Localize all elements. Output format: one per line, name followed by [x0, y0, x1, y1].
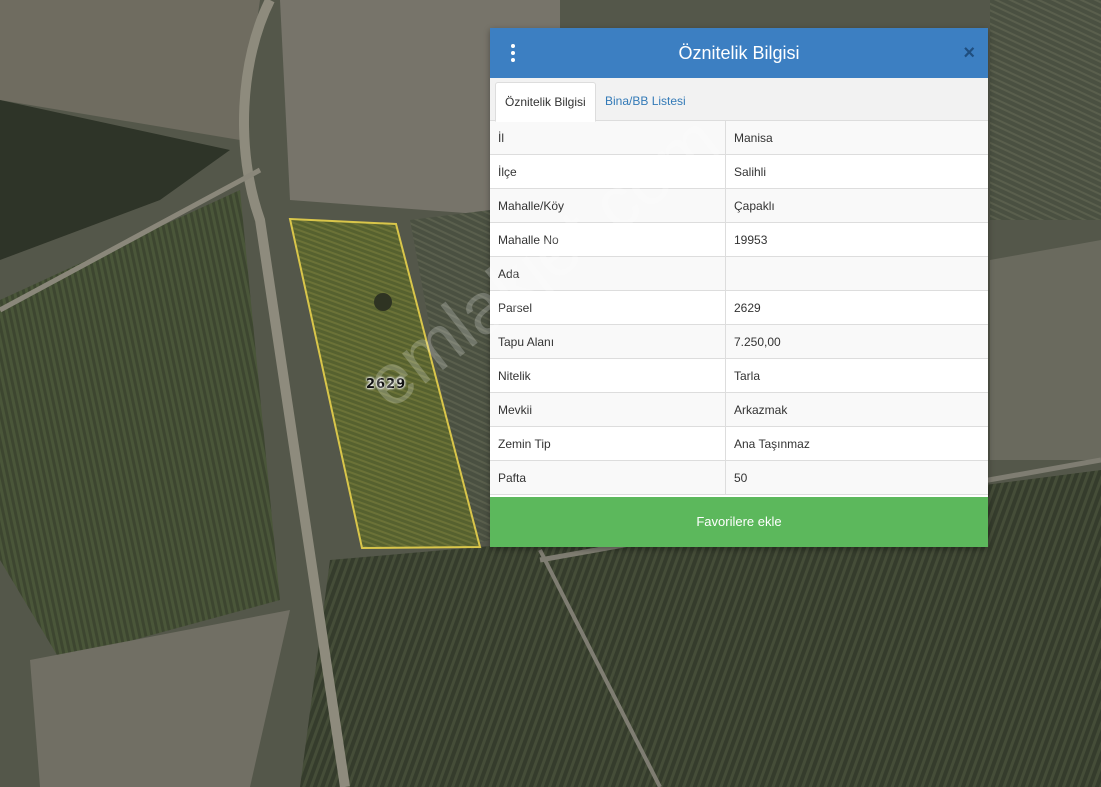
- close-icon[interactable]: ×: [963, 41, 975, 65]
- table-row: İl Manisa: [490, 121, 988, 155]
- row-key: Mahalle/Köy: [490, 188, 726, 223]
- table-row: Pafta 50: [490, 460, 988, 495]
- table-row: Parsel 2629: [490, 290, 988, 325]
- row-key: Mevkii: [490, 392, 726, 427]
- add-to-favorites-button[interactable]: Favorilere ekle: [490, 497, 988, 547]
- row-value: Çapaklı: [725, 188, 988, 223]
- row-value: Manisa: [725, 121, 988, 155]
- row-value: [725, 256, 988, 291]
- tab-building-list[interactable]: Bina/BB Listesi: [596, 82, 695, 120]
- dialog-title: Öznitelik Bilgisi: [678, 43, 800, 63]
- row-value: Tarla: [725, 358, 988, 393]
- table-row: Mahalle/Köy Çapaklı: [490, 188, 988, 223]
- tab-attribute-info[interactable]: Öznitelik Bilgisi: [495, 82, 596, 122]
- table-row: Mahalle No 19953: [490, 222, 988, 257]
- table-row: Nitelik Tarla: [490, 358, 988, 393]
- row-key: Nitelik: [490, 358, 726, 393]
- attribute-info-dialog: Öznitelik Bilgisi × Öznitelik Bilgisi Bi…: [490, 28, 988, 547]
- row-key: Mahalle No: [490, 222, 726, 257]
- tab-bar: Öznitelik Bilgisi Bina/BB Listesi: [490, 78, 988, 122]
- row-value: Ana Taşınmaz: [725, 426, 988, 461]
- attribute-table: İl Manisa İlçe Salihli Mahalle/Köy Çapaklı …: [490, 121, 988, 495]
- row-key: İl: [490, 121, 726, 155]
- row-value: 7.250,00: [725, 324, 988, 359]
- table-row: Tapu Alanı 7.250,00: [490, 324, 988, 359]
- row-value: Arkazmak: [725, 392, 988, 427]
- row-value: 19953: [725, 222, 988, 257]
- row-key: Pafta: [490, 460, 726, 495]
- row-value: Salihli: [725, 154, 988, 189]
- table-row: Ada: [490, 256, 988, 291]
- row-key: Parsel: [490, 290, 726, 325]
- row-value: 2629: [725, 290, 988, 325]
- parcel-number-label: 2629: [366, 377, 407, 392]
- row-value: 50: [725, 460, 988, 495]
- table-row: Mevkii Arkazmak: [490, 392, 988, 427]
- table-row: Zemin Tip Ana Taşınmaz: [490, 426, 988, 461]
- dialog-header: Öznitelik Bilgisi ×: [490, 28, 988, 78]
- table-row: İlçe Salihli: [490, 154, 988, 189]
- row-key: İlçe: [490, 154, 726, 189]
- row-key: Tapu Alanı: [490, 324, 726, 359]
- row-key: Zemin Tip: [490, 426, 726, 461]
- row-key: Ada: [490, 256, 726, 291]
